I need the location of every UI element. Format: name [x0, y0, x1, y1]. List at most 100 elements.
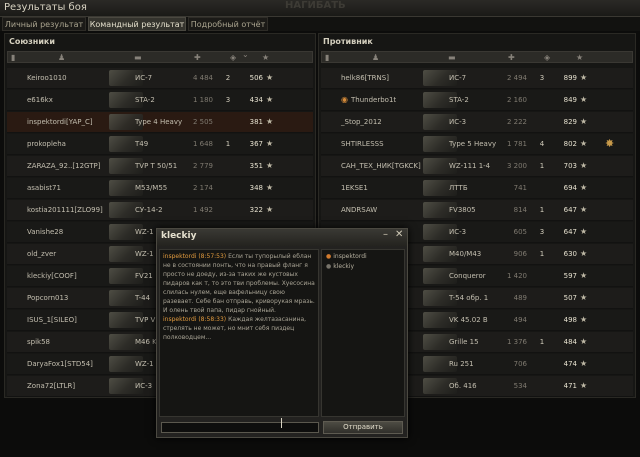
- damage-value: 2 505: [192, 118, 213, 126]
- tank-name: TVP T 50/51: [135, 162, 178, 170]
- kills-value: 1: [539, 250, 545, 258]
- minimize-icon[interactable]: –: [383, 229, 388, 240]
- star-icon: ★: [580, 161, 588, 170]
- damage-value: 2 779: [192, 162, 213, 170]
- tank-name: СУ-14-2: [135, 206, 163, 214]
- tank-icon[interactable]: ▬: [448, 53, 456, 63]
- star-icon: ★: [266, 73, 274, 82]
- damage-icon[interactable]: ✚: [194, 53, 201, 63]
- chat-message: inspektordi (8:57:53) Если ты тупорылый …: [163, 252, 315, 315]
- player-name: Popcorn013: [27, 294, 69, 302]
- player-row[interactable]: Keiroo1010 ИС-7 4 484 2 506 ★: [7, 68, 313, 89]
- player-row[interactable]: 1EKSE1 ЛТТБ 741 694 ★: [321, 178, 633, 199]
- tab-team-result[interactable]: Командный результат: [88, 17, 186, 31]
- tank-name: Type 5 Heavy: [449, 140, 497, 148]
- star-icon: ★: [580, 95, 588, 104]
- player-row[interactable]: helk86[TRNS] ИС-7 2 494 3 899 ★: [321, 68, 633, 89]
- star-icon: ★: [580, 337, 588, 346]
- chat-message-log[interactable]: inspektordi (8:57:53) Если ты тупорылый …: [159, 249, 319, 417]
- chat-header[interactable]: kleckiy – ✕: [157, 229, 407, 246]
- player-name: asabist71: [27, 184, 61, 192]
- star-icon: ★: [266, 139, 274, 148]
- player-row[interactable]: _Stop_2012 ИС-3 2 222 829 ★: [321, 112, 633, 133]
- player-name: kostia201111[ZLO99]: [27, 206, 103, 214]
- xp-value: 849: [563, 96, 577, 104]
- player-icon: ♟: [372, 53, 380, 62]
- kills-value: 3: [225, 96, 231, 104]
- tank-name: WZ-1: [135, 250, 154, 258]
- star-icon: ★: [580, 271, 588, 280]
- tank-name: ИС-3: [449, 118, 467, 126]
- player-row[interactable]: ZARAZA_92..[12GTP] TVP T 50/51 2 779 351 ★: [7, 156, 313, 177]
- xp-value: 597: [563, 272, 577, 280]
- tank-name: ЛТТБ: [449, 184, 468, 192]
- xp-icon[interactable]: ★: [262, 53, 269, 63]
- chat-user[interactable]: ● kleckiy: [326, 262, 400, 272]
- damage-icon[interactable]: ✚: [508, 53, 515, 63]
- tank-name: M40/M43: [449, 250, 482, 258]
- tank-name: ИС-3: [449, 228, 467, 236]
- platoon-icon: ▮: [11, 53, 16, 62]
- damage-value: 1 648: [192, 140, 213, 148]
- xp-value: 471: [563, 382, 577, 390]
- xp-value: 474: [563, 360, 577, 368]
- tank-name: VK 45.02 B: [449, 316, 488, 324]
- kills-value: 1: [225, 140, 231, 148]
- tank-name: T-44: [135, 294, 151, 302]
- star-icon: ★: [580, 183, 588, 192]
- damage-value: 1 420: [506, 272, 527, 280]
- xp-value: 829: [563, 118, 577, 126]
- sort-chevron-icon: ⌄: [242, 50, 249, 59]
- chat-users-list: ● inspektordi ● kleckiy: [321, 249, 405, 417]
- xp-icon[interactable]: ★: [576, 53, 583, 63]
- xp-value: 322: [249, 206, 263, 214]
- player-row[interactable]: inspektordi[YAP_C] Type 4 Heavy 2 505 381 ★: [7, 112, 313, 133]
- player-name: inspektordi[YAP_C]: [27, 118, 93, 126]
- player-row[interactable]: asabist71 M53/M55 2 174 348 ★: [7, 178, 313, 199]
- player-name: SHTIRLESSS: [341, 140, 384, 148]
- close-icon[interactable]: ✕: [395, 229, 403, 240]
- damage-value: 2 160: [506, 96, 527, 104]
- player-row[interactable]: e616kx STA-2 1 180 3 434 ★: [7, 90, 313, 111]
- message-author: inspektordi (8:57:53): [163, 253, 227, 260]
- chat-user[interactable]: ● inspektordi: [326, 252, 400, 262]
- player-name: spik58: [27, 338, 50, 346]
- tab-personal-result[interactable]: Личный результат: [2, 17, 86, 31]
- player-row[interactable]: SHTIRLESSS Type 5 Heavy 1 781 4 802 ★ ✸: [321, 134, 633, 155]
- damage-value: 494: [513, 316, 527, 324]
- player-row[interactable]: kostia201111[ZLO99] СУ-14-2 1 492 322 ★: [7, 200, 313, 221]
- xp-value: 506: [249, 74, 263, 82]
- tab-detailed-report[interactable]: Подробный отчёт: [188, 17, 268, 31]
- chat-user-name: kleckiy: [333, 263, 355, 270]
- player-name: Thunderbo1t: [351, 96, 397, 104]
- star-icon: ★: [580, 249, 588, 258]
- send-button[interactable]: Отправить: [323, 421, 403, 434]
- damage-value: 1 376: [506, 338, 527, 346]
- enemies-column-header: ▮ ♟ ▬ ✚ ◈ ★: [321, 51, 633, 63]
- private-chat-window[interactable]: kleckiy – ✕ inspektordi (8:57:53) Если т…: [156, 228, 408, 438]
- player-row[interactable]: prokopleha T49 1 648 1 367 ★: [7, 134, 313, 155]
- kills-icon[interactable]: ◈: [544, 53, 550, 63]
- damage-value: 534: [513, 382, 527, 390]
- player-name: prokopleha: [27, 140, 66, 148]
- star-icon: ★: [580, 315, 588, 324]
- tank-name: TVP V: [135, 316, 156, 324]
- player-row[interactable]: ANDRSAW FV3805 814 1 647 ★: [321, 200, 633, 221]
- tank-icon[interactable]: ▬: [134, 53, 142, 63]
- chat-input[interactable]: [161, 422, 319, 433]
- tank-name: STA-2: [135, 96, 155, 104]
- chat-user-name: inspektordi: [333, 253, 367, 260]
- tank-name: WZ-1: [135, 228, 154, 236]
- allies-column-header: ▮ ♟ ▬ ✚ ◈ ★ ⌄: [7, 50, 313, 63]
- player-row[interactable]: Thunderbo1t STA-2 2 160 849 ★ ◉: [321, 90, 633, 111]
- star-icon: ★: [266, 117, 274, 126]
- kills-icon[interactable]: ◈: [230, 53, 236, 63]
- tank-name: T49: [135, 140, 149, 148]
- clan-emblem-icon: ◉: [341, 95, 348, 104]
- medal-icon: ✸: [605, 137, 615, 150]
- kills-value: 1: [539, 162, 545, 170]
- star-icon: ★: [266, 205, 274, 214]
- offline-dot-icon: ●: [326, 263, 332, 270]
- player-row[interactable]: САН_ТЕХ_НИК[TGKCK] WZ-111 1-4 3 200 1 703 ★: [321, 156, 633, 177]
- xp-value: 507: [563, 294, 577, 302]
